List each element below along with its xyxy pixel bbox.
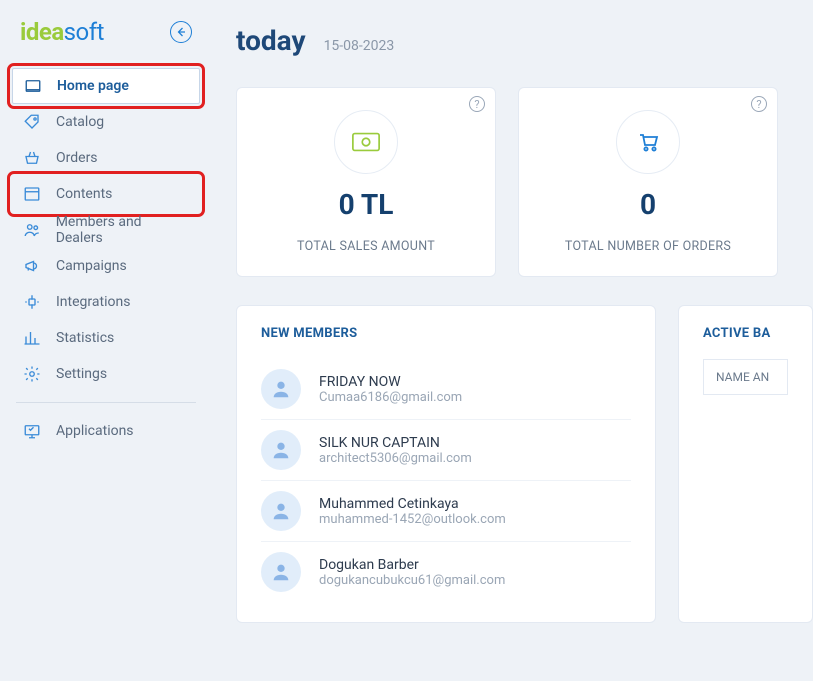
sidebar-item-integrations[interactable]: Integrations bbox=[12, 284, 200, 320]
chart-icon bbox=[22, 328, 42, 348]
panel-new-members: NEW MEMBERS FRIDAY NOW Cumaa6186@gmail.c… bbox=[236, 305, 656, 623]
member-row[interactable]: Muhammed Cetinkaya muhammed-1452@outlook… bbox=[261, 481, 631, 542]
page-date: 15-08-2023 bbox=[324, 38, 395, 54]
member-name: SILK NUR CAPTAIN bbox=[319, 435, 472, 451]
sidebar-item-label: Orders bbox=[56, 150, 98, 166]
member-email: muhammed-1452@outlook.com bbox=[319, 512, 506, 527]
member-row[interactable]: SILK NUR CAPTAIN architect5306@gmail.com bbox=[261, 420, 631, 481]
apps-icon bbox=[22, 421, 42, 441]
users-icon bbox=[22, 220, 42, 240]
stat-card-sales: ? 0 TL TOTAL SALES AMOUNT bbox=[236, 87, 496, 277]
avatar bbox=[261, 430, 301, 470]
member-email: dogukancubukcu61@gmail.com bbox=[319, 573, 505, 588]
stat-value-sales: 0 TL bbox=[339, 188, 394, 221]
money-icon bbox=[334, 110, 398, 174]
stat-label-orders: TOTAL NUMBER OF ORDERS bbox=[565, 239, 731, 254]
sidebar-item-label: Contents bbox=[56, 186, 112, 202]
sidebar-item-label: Integrations bbox=[56, 294, 130, 310]
tag-icon bbox=[22, 112, 42, 132]
sidebar-item-label: Applications bbox=[56, 423, 134, 439]
brand-part1: idea bbox=[20, 18, 64, 46]
panel-active: ACTIVE BA NAME AN bbox=[678, 305, 813, 623]
sidebar-item-label: Members and Dealers bbox=[56, 214, 190, 246]
help-icon[interactable]: ? bbox=[751, 96, 767, 112]
stat-card-orders: ? 0 TOTAL NUMBER OF ORDERS bbox=[518, 87, 778, 277]
sidebar-item-statistics[interactable]: Statistics bbox=[12, 320, 200, 356]
sidebar-item-label: Settings bbox=[56, 366, 107, 382]
sidebar-separator bbox=[16, 402, 196, 403]
sidebar-item-settings[interactable]: Settings bbox=[12, 356, 200, 392]
sidebar: ideasoft Home page Catalog bbox=[0, 0, 212, 681]
sidebar-item-orders[interactable]: Orders bbox=[12, 140, 200, 176]
arrow-left-icon bbox=[175, 26, 187, 38]
cart-icon bbox=[616, 110, 680, 174]
sidebar-nav: Home page Catalog Orders Contents bbox=[12, 68, 200, 449]
sidebar-item-label: Catalog bbox=[56, 114, 104, 130]
avatar bbox=[261, 491, 301, 531]
basket-icon bbox=[22, 148, 42, 168]
brand-logo: ideasoft bbox=[20, 18, 104, 46]
integrations-icon bbox=[22, 292, 42, 312]
sidebar-item-catalog[interactable]: Catalog bbox=[12, 104, 200, 140]
gear-icon bbox=[22, 364, 42, 384]
sidebar-item-members[interactable]: Members and Dealers bbox=[12, 212, 200, 248]
table-header-cell: NAME AN bbox=[703, 359, 788, 395]
sidebar-collapse-button[interactable] bbox=[170, 21, 192, 43]
stat-label-sales: TOTAL SALES AMOUNT bbox=[297, 239, 435, 254]
avatar bbox=[261, 369, 301, 409]
window-icon bbox=[22, 184, 42, 204]
member-row[interactable]: Dogukan Barber dogukancubukcu61@gmail.co… bbox=[261, 542, 631, 602]
panel-title: NEW MEMBERS bbox=[261, 326, 631, 341]
main-content: today 15-08-2023 ? 0 TL TOTAL SALES AMOU… bbox=[212, 0, 813, 681]
sidebar-item-contents[interactable]: Contents bbox=[12, 176, 200, 212]
stat-value-orders: 0 bbox=[640, 188, 656, 221]
sidebar-item-label: Campaigns bbox=[56, 258, 127, 274]
page-title: today bbox=[236, 24, 306, 57]
sidebar-item-campaigns[interactable]: Campaigns bbox=[12, 248, 200, 284]
member-name: FRIDAY NOW bbox=[319, 374, 462, 390]
member-email: Cumaa6186@gmail.com bbox=[319, 390, 462, 405]
brand-part2: soft bbox=[64, 18, 104, 46]
help-icon[interactable]: ? bbox=[469, 96, 485, 112]
sidebar-item-label: Home page bbox=[57, 78, 129, 94]
sidebar-item-applications[interactable]: Applications bbox=[12, 413, 200, 449]
megaphone-icon bbox=[22, 256, 42, 276]
member-name: Dogukan Barber bbox=[319, 557, 505, 573]
panel-title: ACTIVE BA bbox=[703, 326, 788, 341]
sidebar-item-label: Statistics bbox=[56, 330, 114, 346]
member-email: architect5306@gmail.com bbox=[319, 451, 472, 466]
member-name: Muhammed Cetinkaya bbox=[319, 496, 506, 512]
sidebar-item-home[interactable]: Home page bbox=[12, 68, 200, 104]
home-icon bbox=[23, 76, 43, 96]
avatar bbox=[261, 552, 301, 592]
member-row[interactable]: FRIDAY NOW Cumaa6186@gmail.com bbox=[261, 359, 631, 420]
